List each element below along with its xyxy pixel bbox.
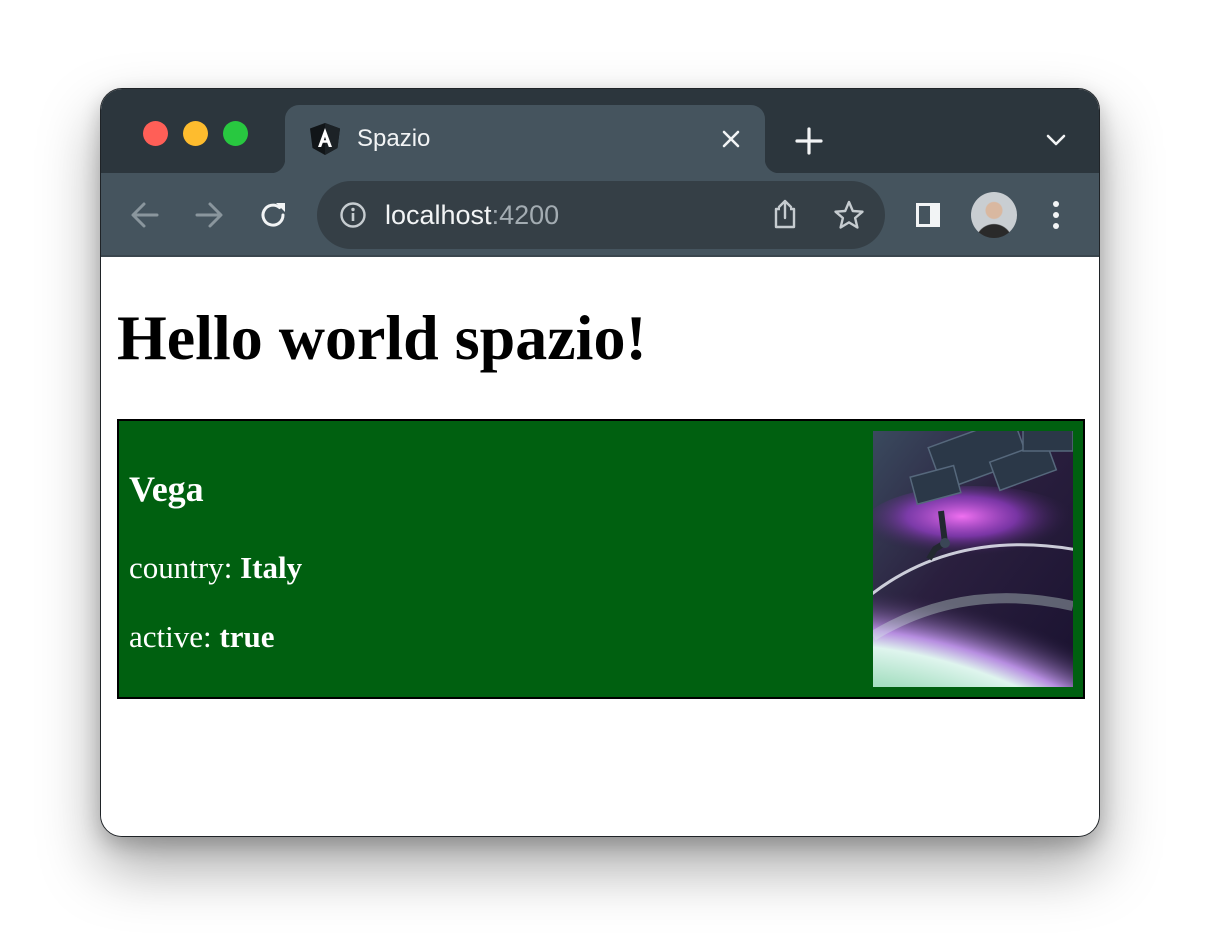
browser-toolbar: localhost:4200 (101, 173, 1099, 257)
active-value: true (219, 619, 275, 654)
angular-logo-icon (310, 123, 340, 155)
info-icon[interactable] (339, 201, 367, 229)
active-label: active: (129, 619, 212, 654)
new-tab-icon[interactable] (793, 125, 825, 157)
space-card: Vega country: Italy active: true (117, 419, 1085, 699)
browser-window: Spazio localhost:4200 Hello world spazio… (100, 88, 1100, 837)
kebab-menu-icon[interactable] (1049, 199, 1063, 231)
card-country: country: Italy (129, 549, 302, 587)
tab-strip: Spazio (101, 89, 1099, 173)
arrow-right-icon[interactable] (193, 200, 225, 230)
page-title: Hello world spazio! (117, 302, 647, 373)
tab-title: Spazio (357, 125, 431, 152)
space-station-image (873, 431, 1073, 687)
tab-spazio[interactable]: Spazio (271, 105, 779, 173)
star-icon[interactable] (833, 199, 865, 231)
address-text[interactable]: localhost:4200 (385, 199, 559, 231)
share-icon[interactable] (771, 198, 799, 230)
page-content: Hello world spazio! Vega country: Italy … (101, 257, 1099, 836)
arrow-left-icon[interactable] (129, 200, 161, 230)
address-port: :4200 (491, 200, 560, 230)
country-value: Italy (240, 550, 303, 585)
side-panel-icon[interactable] (914, 201, 942, 229)
reload-icon[interactable] (257, 199, 289, 231)
card-name: Vega (129, 469, 204, 509)
address-bar[interactable]: localhost:4200 (317, 181, 885, 249)
country-label: country: (129, 550, 233, 585)
profile-avatar[interactable] (971, 192, 1017, 238)
zoom-window-button[interactable] (223, 121, 248, 146)
address-host: localhost (385, 200, 492, 230)
close-tab-icon[interactable] (719, 127, 743, 151)
chevron-down-icon[interactable] (1045, 129, 1067, 151)
card-active: active: true (129, 618, 274, 656)
minimize-window-button[interactable] (183, 121, 208, 146)
close-window-button[interactable] (143, 121, 168, 146)
